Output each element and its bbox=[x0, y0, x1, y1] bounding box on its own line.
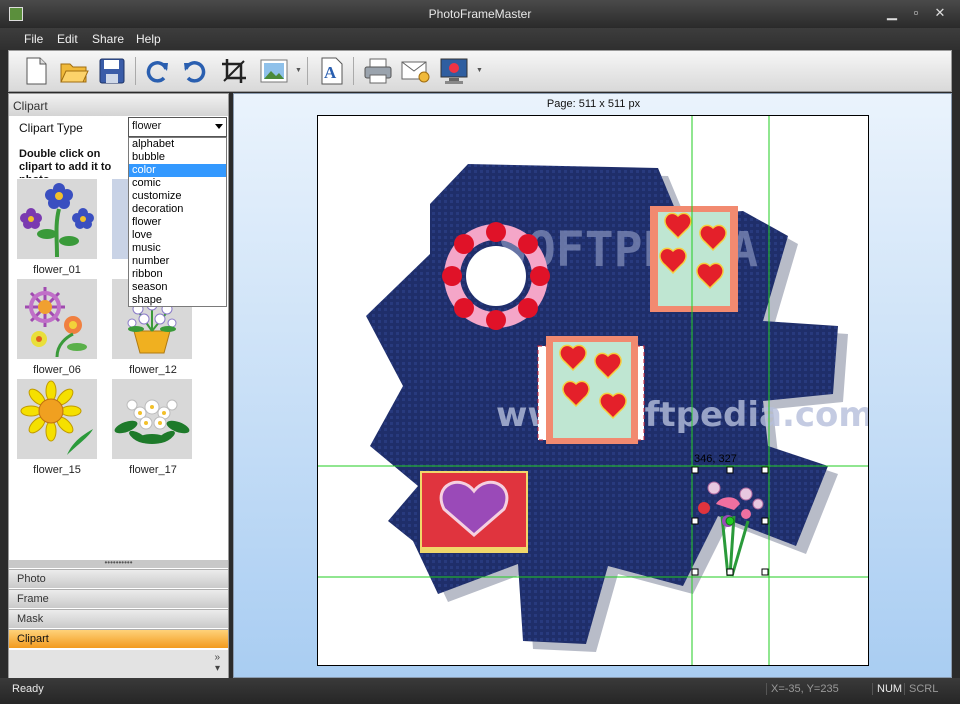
clipart-thumb-flower-01[interactable] bbox=[17, 179, 97, 259]
more-chevron-icon[interactable]: » ▾ bbox=[9, 650, 228, 678]
clipart-label: flower_12 bbox=[129, 364, 177, 376]
dropdown-option[interactable]: shape bbox=[129, 294, 226, 307]
clipart-label: flower_17 bbox=[129, 464, 177, 476]
undo-icon[interactable] bbox=[179, 56, 209, 86]
status-text: Ready bbox=[12, 683, 44, 695]
clipart-thumb-flower-15[interactable] bbox=[17, 379, 97, 459]
status-bar: Ready X=-35, Y=235 NUM SCRL bbox=[0, 678, 960, 704]
text-icon[interactable]: A bbox=[317, 56, 347, 86]
dropdown-option[interactable]: comic bbox=[129, 177, 226, 190]
page-size-label: Page: 511 x 511 px bbox=[546, 98, 641, 110]
nav-clipart[interactable]: Clipart bbox=[9, 629, 228, 648]
hearts-frame-center-clipart[interactable] bbox=[537, 336, 645, 444]
open-icon[interactable] bbox=[59, 56, 89, 86]
workspace: Page: 511 x 511 px SOFTPEDIA www.softped… bbox=[233, 93, 952, 678]
status-scrl: SCRL bbox=[904, 683, 938, 695]
nav-photo[interactable]: Photo bbox=[9, 569, 228, 588]
clipart-type-value: flower bbox=[132, 120, 162, 132]
menu-bar: File Edit Share Help bbox=[0, 28, 960, 50]
hearts-frame-clipart[interactable] bbox=[650, 206, 738, 312]
dropdown-option[interactable]: decoration bbox=[129, 203, 226, 216]
clipart-label: flower_01 bbox=[33, 264, 81, 276]
clipart-type-select[interactable]: flower bbox=[128, 117, 227, 137]
dropdown-option[interactable]: customize bbox=[129, 190, 226, 203]
menu-share[interactable]: Share bbox=[92, 32, 124, 46]
redo-icon[interactable] bbox=[143, 56, 173, 86]
clipart-panel: Clipart Clipart Type flower Double click… bbox=[8, 93, 229, 678]
nav-mask[interactable]: Mask bbox=[9, 609, 228, 628]
window-title: PhotoFrameMaster bbox=[428, 7, 532, 21]
hint-text: Double click on clipart to add it to pho… bbox=[19, 148, 112, 178]
chevron-down-icon[interactable] bbox=[215, 124, 223, 129]
toolbar: ▼ A ▼ bbox=[8, 50, 952, 92]
status-num: NUM bbox=[872, 683, 902, 695]
svg-text:A: A bbox=[324, 63, 337, 82]
photo-canvas[interactable]: SOFTPEDIA www.softpedia.com 346, 327 bbox=[317, 115, 869, 666]
screen-icon[interactable] bbox=[439, 56, 469, 86]
menu-help[interactable]: Help bbox=[136, 32, 161, 46]
dropdown-option[interactable]: ribbon bbox=[129, 268, 226, 281]
dropdown-option[interactable]: bubble bbox=[129, 151, 226, 164]
dropdown-option[interactable]: flower bbox=[129, 216, 226, 229]
email-icon[interactable] bbox=[401, 56, 431, 86]
selection-readout: 346, 327 bbox=[694, 453, 737, 465]
print-icon[interactable] bbox=[363, 56, 393, 86]
save-icon[interactable] bbox=[97, 56, 127, 86]
rotate-handle[interactable] bbox=[725, 516, 735, 526]
clipart-label: flower_06 bbox=[33, 364, 81, 376]
maximize-icon[interactable]: ▫ bbox=[906, 5, 926, 21]
nav-frame[interactable]: Frame bbox=[9, 589, 228, 608]
heart-wreath-clipart[interactable] bbox=[442, 222, 550, 330]
menu-file[interactable]: File bbox=[24, 32, 43, 46]
minimize-icon[interactable]: ▁ bbox=[882, 5, 902, 21]
clipart-thumb-flower-06[interactable] bbox=[17, 279, 97, 359]
title-bar: PhotoFrameMaster ▁ ▫ ✕ bbox=[0, 0, 960, 28]
menu-edit[interactable]: Edit bbox=[57, 32, 78, 46]
dropdown-option[interactable]: season bbox=[129, 281, 226, 294]
crop-icon[interactable] bbox=[219, 56, 249, 86]
new-icon[interactable] bbox=[21, 56, 51, 86]
clipart-type-label: Clipart Type bbox=[19, 121, 83, 135]
status-coordinates: X=-35, Y=235 bbox=[766, 683, 839, 695]
dropdown-option[interactable]: alphabet bbox=[129, 138, 226, 151]
dropdown-option-selected[interactable]: color bbox=[129, 164, 226, 177]
clipart-label: flower_15 bbox=[33, 464, 81, 476]
dropdown-option[interactable]: number bbox=[129, 255, 226, 268]
heart-photo-frame-clipart[interactable] bbox=[420, 471, 528, 553]
picture-icon[interactable] bbox=[259, 56, 289, 86]
close-icon[interactable]: ✕ bbox=[930, 5, 950, 21]
clipart-thumb-flower-17[interactable] bbox=[112, 379, 192, 459]
panel-title: Clipart bbox=[9, 94, 228, 116]
dropdown-option[interactable]: music bbox=[129, 242, 226, 255]
clipart-type-dropdown[interactable]: alphabet bubble color comic customize de… bbox=[128, 137, 227, 307]
dropdown-option[interactable]: love bbox=[129, 229, 226, 242]
panel-splitter[interactable]: •••••••••• bbox=[9, 559, 228, 568]
